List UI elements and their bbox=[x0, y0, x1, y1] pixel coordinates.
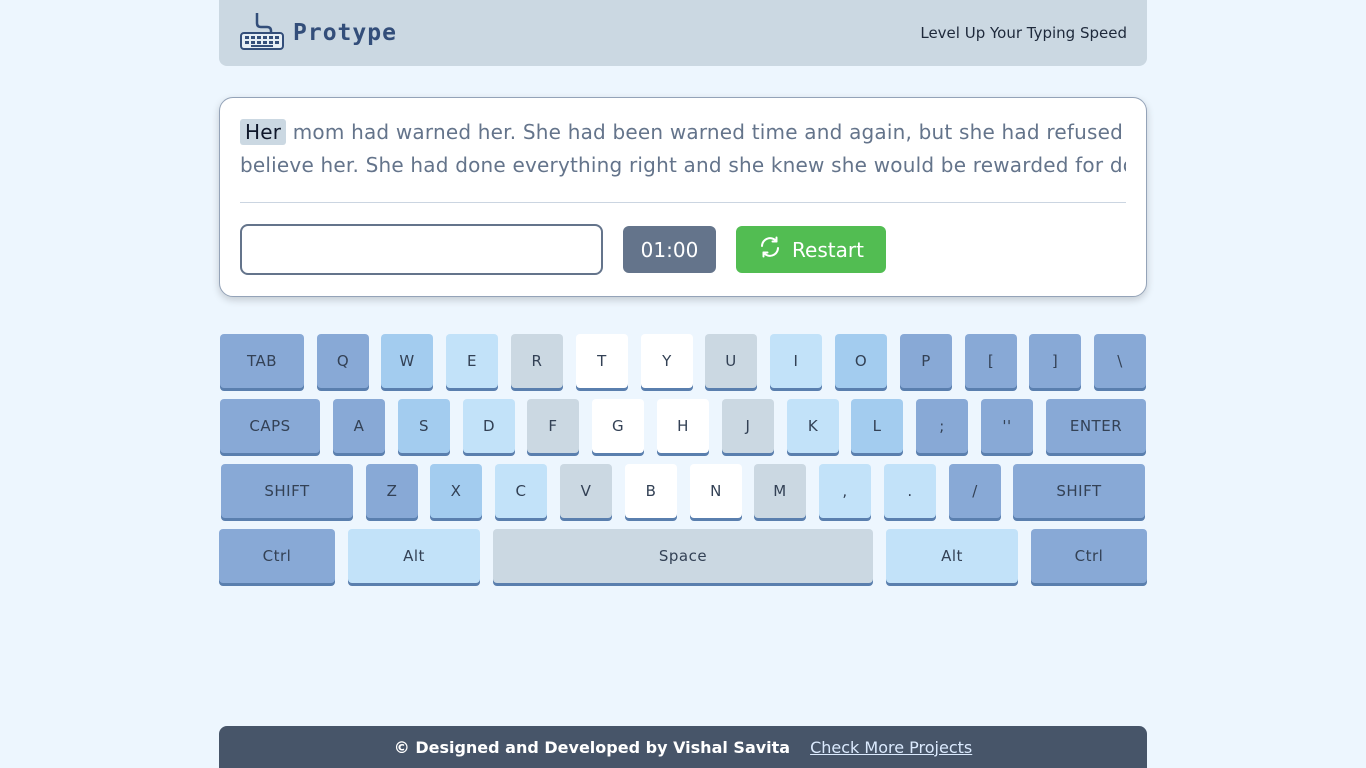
key-semicolon[interactable]: ; bbox=[916, 399, 968, 453]
divider bbox=[240, 202, 1126, 203]
keyboard-row-1: TAB Q W E R T Y U I O P [ ] \ bbox=[219, 334, 1147, 388]
key-backslash[interactable]: \ bbox=[1094, 334, 1146, 388]
key-m[interactable]: M bbox=[754, 464, 806, 518]
header: Protype Level Up Your Typing Speed bbox=[219, 0, 1147, 66]
refresh-icon bbox=[758, 235, 782, 264]
key-alt-right[interactable]: Alt bbox=[886, 529, 1018, 583]
key-f[interactable]: F bbox=[527, 399, 579, 453]
footer: © Designed and Developed by Vishal Savit… bbox=[219, 726, 1147, 768]
tagline: Level Up Your Typing Speed bbox=[920, 24, 1127, 42]
typing-card: Her mom had warned her. She had been war… bbox=[219, 97, 1147, 297]
keyboard-icon bbox=[239, 11, 285, 55]
controls: 01:00 Restart bbox=[240, 224, 1126, 275]
key-e[interactable]: E bbox=[446, 334, 498, 388]
passage-line-2: believe her. She had done everything rig… bbox=[240, 153, 1126, 177]
key-ctrl-right[interactable]: Ctrl bbox=[1031, 529, 1147, 583]
key-v[interactable]: V bbox=[560, 464, 612, 518]
key-k[interactable]: K bbox=[787, 399, 839, 453]
key-bracket-left[interactable]: [ bbox=[965, 334, 1017, 388]
key-y[interactable]: Y bbox=[641, 334, 693, 388]
virtual-keyboard: TAB Q W E R T Y U I O P [ ] \ CAPS A S D… bbox=[219, 334, 1147, 594]
key-ctrl-left[interactable]: Ctrl bbox=[219, 529, 335, 583]
key-shift-left[interactable]: SHIFT bbox=[221, 464, 353, 518]
key-period[interactable]: . bbox=[884, 464, 936, 518]
timer: 01:00 bbox=[623, 226, 716, 273]
key-u[interactable]: U bbox=[705, 334, 757, 388]
keyboard-row-4: Ctrl Alt Space Alt Ctrl bbox=[219, 529, 1147, 583]
key-shift-right[interactable]: SHIFT bbox=[1013, 464, 1145, 518]
key-enter[interactable]: ENTER bbox=[1046, 399, 1146, 453]
restart-label: Restart bbox=[792, 237, 864, 262]
key-a[interactable]: A bbox=[333, 399, 385, 453]
key-t[interactable]: T bbox=[576, 334, 628, 388]
key-j[interactable]: J bbox=[722, 399, 774, 453]
key-s[interactable]: S bbox=[398, 399, 450, 453]
key-slash[interactable]: / bbox=[949, 464, 1001, 518]
footer-credit: © Designed and Developed by Vishal Savit… bbox=[393, 737, 791, 757]
key-p[interactable]: P bbox=[900, 334, 952, 388]
key-q[interactable]: Q bbox=[317, 334, 369, 388]
check-more-projects-link[interactable]: Check More Projects bbox=[810, 738, 972, 757]
brand-name: Protype bbox=[293, 20, 397, 46]
key-x[interactable]: X bbox=[430, 464, 482, 518]
restart-button[interactable]: Restart bbox=[736, 226, 886, 273]
key-comma[interactable]: , bbox=[819, 464, 871, 518]
key-z[interactable]: Z bbox=[366, 464, 418, 518]
key-h[interactable]: H bbox=[657, 399, 709, 453]
key-l[interactable]: L bbox=[851, 399, 903, 453]
key-alt-left[interactable]: Alt bbox=[348, 529, 480, 583]
key-i[interactable]: I bbox=[770, 334, 822, 388]
passage-text: Her mom had warned her. She had been war… bbox=[240, 116, 1126, 182]
key-b[interactable]: B bbox=[625, 464, 677, 518]
key-c[interactable]: C bbox=[495, 464, 547, 518]
key-d[interactable]: D bbox=[463, 399, 515, 453]
passage-line-1: Her mom had warned her. She had been war… bbox=[240, 116, 1126, 149]
key-caps[interactable]: CAPS bbox=[220, 399, 320, 453]
brand[interactable]: Protype bbox=[239, 11, 397, 55]
key-n[interactable]: N bbox=[690, 464, 742, 518]
current-word: Her bbox=[240, 119, 287, 145]
key-tab[interactable]: TAB bbox=[220, 334, 304, 388]
key-o[interactable]: O bbox=[835, 334, 887, 388]
key-space[interactable]: Space bbox=[493, 529, 873, 583]
key-w[interactable]: W bbox=[381, 334, 433, 388]
keyboard-row-2: CAPS A S D F G H J K L ; '' ENTER bbox=[219, 399, 1147, 453]
key-bracket-right[interactable]: ] bbox=[1029, 334, 1081, 388]
key-quote[interactable]: '' bbox=[981, 399, 1033, 453]
keyboard-row-3: SHIFT Z X C V B N M , . / SHIFT bbox=[219, 464, 1147, 518]
passage-line-1-rest: mom had warned her. She had been warned … bbox=[292, 120, 1126, 144]
key-g[interactable]: G bbox=[592, 399, 644, 453]
typing-input[interactable] bbox=[240, 224, 603, 275]
key-r[interactable]: R bbox=[511, 334, 563, 388]
